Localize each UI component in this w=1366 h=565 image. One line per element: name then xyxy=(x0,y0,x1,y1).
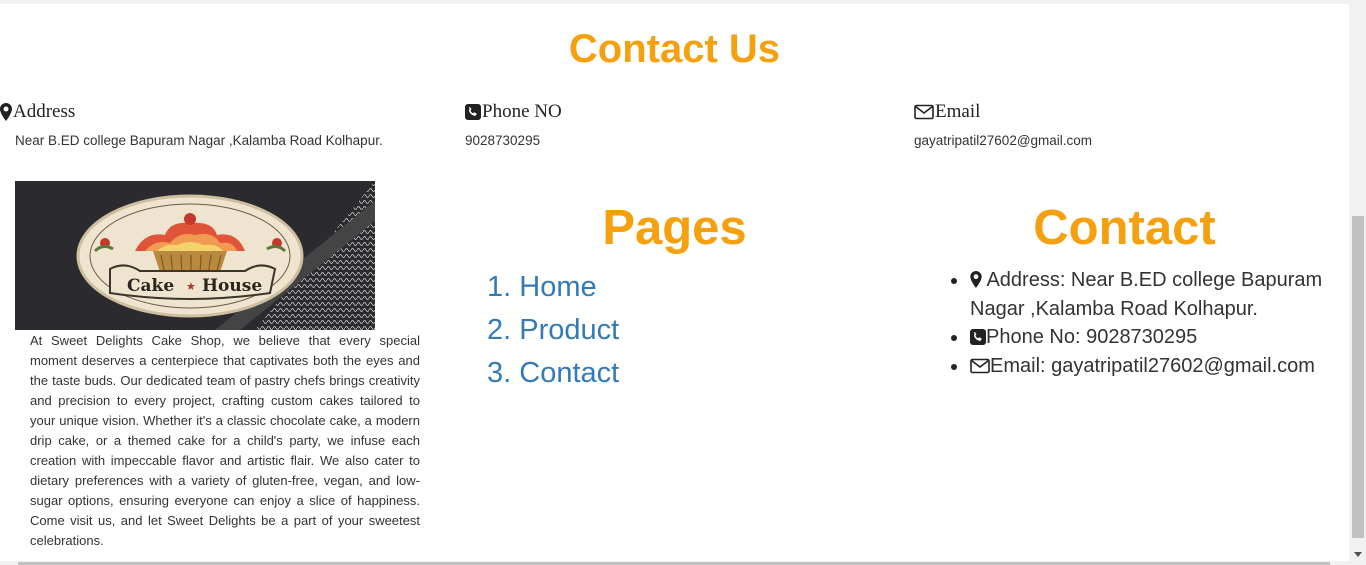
envelope-icon xyxy=(914,104,934,120)
contact-address-text: Address: Near B.ED college Bapuram Nagar… xyxy=(970,269,1323,320)
contact-heading: Contact xyxy=(1033,201,1216,255)
phone-square-icon xyxy=(465,104,481,120)
phone-value: 9028730295 xyxy=(465,133,541,148)
contact-email-text: Email: gayatripatil27602@gmail.com xyxy=(990,354,1315,377)
pages-list: 1. Home 2. Product 3. Contact xyxy=(487,266,619,395)
pages-link-home[interactable]: Home xyxy=(519,271,596,303)
pages-heading: Pages xyxy=(602,201,747,255)
pages-item-product[interactable]: 2. Product xyxy=(487,309,619,352)
pages-item-contact[interactable]: 3. Contact xyxy=(487,352,619,395)
logo-text-cake: Cake xyxy=(127,276,174,296)
address-block: Address Near B.ED college Bapuram Nagar … xyxy=(0,100,383,148)
contact-list: Address: Near B.ED college Bapuram Nagar… xyxy=(948,266,1338,380)
cake-house-logo: Cake ★ House xyxy=(15,181,375,330)
vertical-scroll-thumb[interactable] xyxy=(1352,216,1364,538)
horizontal-scrollbar[interactable] xyxy=(0,561,1349,565)
map-marker-icon xyxy=(970,271,982,288)
address-value: Near B.ED college Bapuram Nagar ,Kalamba… xyxy=(15,133,383,148)
phone-label: Phone NO xyxy=(482,101,562,122)
email-block: Email gayatripatil27602@gmail.com xyxy=(914,100,1092,148)
address-label: Address xyxy=(13,101,76,122)
scroll-down-arrow-icon[interactable] xyxy=(1354,552,1362,557)
contact-item-email: Email: gayatripatil27602@gmail.com xyxy=(948,352,1338,381)
about-paragraph: At Sweet Delights Cake Shop, we believe … xyxy=(30,333,420,548)
logo-text-house: House xyxy=(202,276,262,296)
email-value: gayatripatil27602@gmail.com xyxy=(914,133,1093,148)
map-marker-icon xyxy=(0,103,12,121)
top-divider xyxy=(0,0,1349,4)
pages-link-contact[interactable]: Contact xyxy=(519,357,619,389)
contact-item-address: Address: Near B.ED college Bapuram Nagar… xyxy=(948,266,1338,323)
envelope-icon xyxy=(970,358,990,373)
logo-star: ★ xyxy=(186,280,196,293)
contact-us-heading: Contact Us xyxy=(568,27,781,71)
vertical-scrollbar[interactable] xyxy=(1349,0,1366,565)
email-label: Email xyxy=(935,101,981,122)
contact-phone-text: Phone No: 9028730295 xyxy=(986,326,1198,348)
contact-item-phone: Phone No: 9028730295 xyxy=(948,323,1338,352)
pages-item-home[interactable]: 1. Home xyxy=(487,266,619,309)
pages-link-product[interactable]: Product xyxy=(519,314,619,346)
phone-block: Phone NO 9028730295 xyxy=(465,100,562,148)
phone-square-icon xyxy=(970,329,986,345)
